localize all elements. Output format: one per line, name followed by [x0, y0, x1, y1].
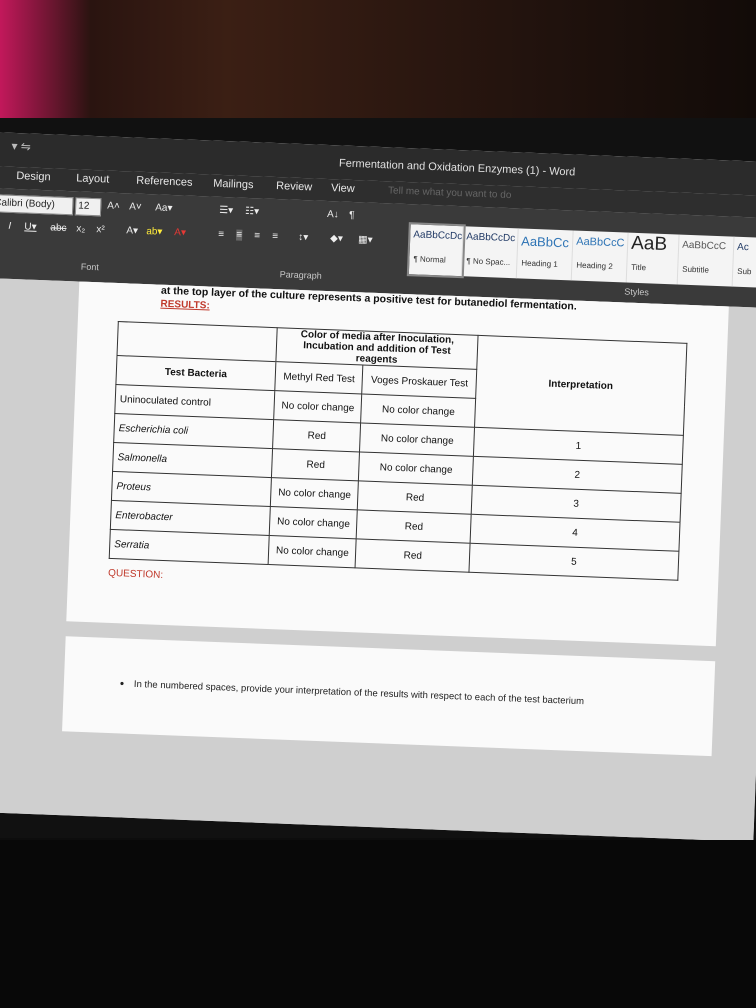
- vp-result: Red: [356, 509, 472, 544]
- style-subtitle[interactable]: AaBbCcC Subtitle: [677, 234, 735, 287]
- mr-result: No color change: [269, 506, 358, 539]
- document-area: at the top layer of the culture represen…: [0, 277, 756, 842]
- mr-result: No color change: [268, 535, 357, 568]
- style-sample: AaBbCcC: [681, 239, 727, 253]
- styles-group-label: Styles: [624, 286, 650, 298]
- font-color-icon[interactable]: A▾: [174, 227, 186, 238]
- tab-view[interactable]: View: [331, 182, 355, 195]
- style-heading-2[interactable]: AaBbCcC Heading 2: [571, 230, 629, 283]
- font-group-label: Font: [80, 261, 100, 273]
- strikethrough-icon[interactable]: abc: [50, 222, 67, 234]
- style-sample: Ac: [736, 241, 750, 254]
- align-center-icon[interactable]: ≡: [236, 229, 243, 241]
- mr-result: Red: [271, 448, 360, 481]
- desk-surface: [0, 840, 756, 1008]
- bullet-icon: •: [119, 676, 125, 691]
- shrink-font-icon[interactable]: A˅: [129, 201, 142, 212]
- underline-icon[interactable]: U▾: [24, 221, 37, 232]
- results-heading: RESULTS:: [160, 298, 210, 312]
- highlight-icon[interactable]: ab▾: [146, 226, 163, 238]
- quick-access-toolbar[interactable]: ▾ ⇋: [11, 139, 31, 154]
- vp-result: Red: [355, 538, 471, 573]
- mr-result: Red: [272, 419, 362, 452]
- style-sample: AaBbCcC: [575, 235, 625, 250]
- vp-result: No color change: [358, 451, 474, 486]
- font-size-select[interactable]: 12: [74, 197, 102, 217]
- header-interpretation: Interpretation: [474, 335, 687, 436]
- bullets-icon[interactable]: ☰▾: [219, 205, 233, 217]
- style-sample: AaBbCc: [520, 233, 570, 251]
- justify-icon[interactable]: ≡: [272, 231, 278, 242]
- numbering-icon[interactable]: ☷▾: [245, 206, 259, 218]
- style-no-spacing[interactable]: AaBbCcDc ¶ No Spac...: [461, 226, 519, 279]
- bullet-text: In the numbered spaces, provide your int…: [133, 678, 585, 708]
- tell-me-box[interactable]: Tell me what you want to do: [388, 185, 512, 201]
- style-name: ¶ Normal: [413, 254, 446, 265]
- bacteria-name: Serratia: [109, 529, 270, 565]
- style-sample: AaBbCcDc: [413, 229, 463, 243]
- tab-references[interactable]: References: [136, 175, 193, 189]
- line-spacing-icon[interactable]: ↕▾: [298, 232, 308, 243]
- tab-review[interactable]: Review: [276, 180, 313, 193]
- style-subtle[interactable]: Ac Sub: [732, 236, 756, 289]
- style-name: Sub: [737, 266, 752, 277]
- align-right-icon[interactable]: ≡: [254, 230, 260, 241]
- results-table: Color of media after Inoculation, Incuba…: [109, 321, 688, 581]
- style-heading-1[interactable]: AaBbCc Heading 1: [516, 228, 574, 281]
- grow-font-icon[interactable]: A˄: [107, 201, 120, 212]
- header-voges-proskauer: Voges Proskauer Test: [362, 365, 477, 399]
- control-vp: No color change: [361, 393, 476, 428]
- header-methyl-red: Methyl Red Test: [274, 361, 364, 394]
- paragraph-group-label: Paragraph: [279, 269, 322, 281]
- tab-mailings[interactable]: Mailings: [213, 178, 254, 192]
- document-page-2[interactable]: • In the numbered spaces, provide your i…: [62, 636, 716, 757]
- text-effects-icon[interactable]: A▾: [126, 225, 138, 236]
- document-title: Fermentation and Oxidation Enzymes (1) -…: [338, 157, 576, 179]
- show-marks-icon[interactable]: ¶: [349, 210, 355, 221]
- vp-result: Red: [357, 480, 473, 515]
- style-name: Heading 1: [521, 258, 558, 269]
- shading-icon[interactable]: ◆▾: [330, 233, 343, 244]
- question-heading: QUESTION:: [107, 567, 164, 581]
- change-case-icon[interactable]: Aa▾: [155, 202, 173, 214]
- font-name-select[interactable]: Calibri (Body): [0, 194, 74, 216]
- style-name: Heading 2: [576, 260, 613, 272]
- mr-result: No color change: [270, 477, 359, 510]
- borders-icon[interactable]: ▦▾: [358, 234, 373, 246]
- style-sample: AaB: [630, 232, 668, 256]
- document-page[interactable]: at the top layer of the culture represen…: [66, 281, 729, 647]
- italic-icon[interactable]: I: [8, 221, 11, 232]
- sort-icon[interactable]: A↓: [327, 209, 339, 220]
- align-left-icon[interactable]: ≡: [218, 229, 224, 240]
- subscript-icon[interactable]: x₂: [76, 223, 85, 234]
- style-normal[interactable]: AaBbCcDc ¶ Normal: [406, 222, 466, 279]
- word-window: ▾ ⇋ Fermentation and Oxidation Enzymes (…: [0, 132, 756, 842]
- tab-layout[interactable]: Layout: [76, 172, 109, 185]
- style-name: Subtitle: [682, 264, 710, 275]
- superscript-icon[interactable]: x²: [96, 224, 105, 235]
- styles-gallery: AaBbCcDc ¶ Normal AaBbCcDc ¶ No Spac... …: [406, 222, 756, 289]
- style-name: Title: [631, 262, 647, 273]
- tab-design[interactable]: Design: [16, 170, 51, 183]
- vp-result: No color change: [359, 422, 475, 457]
- control-mr: No color change: [273, 390, 363, 423]
- style-name: ¶ No Spac...: [466, 256, 511, 268]
- style-sample: AaBbCcDc: [466, 231, 516, 245]
- style-title[interactable]: AaB Title: [626, 232, 680, 285]
